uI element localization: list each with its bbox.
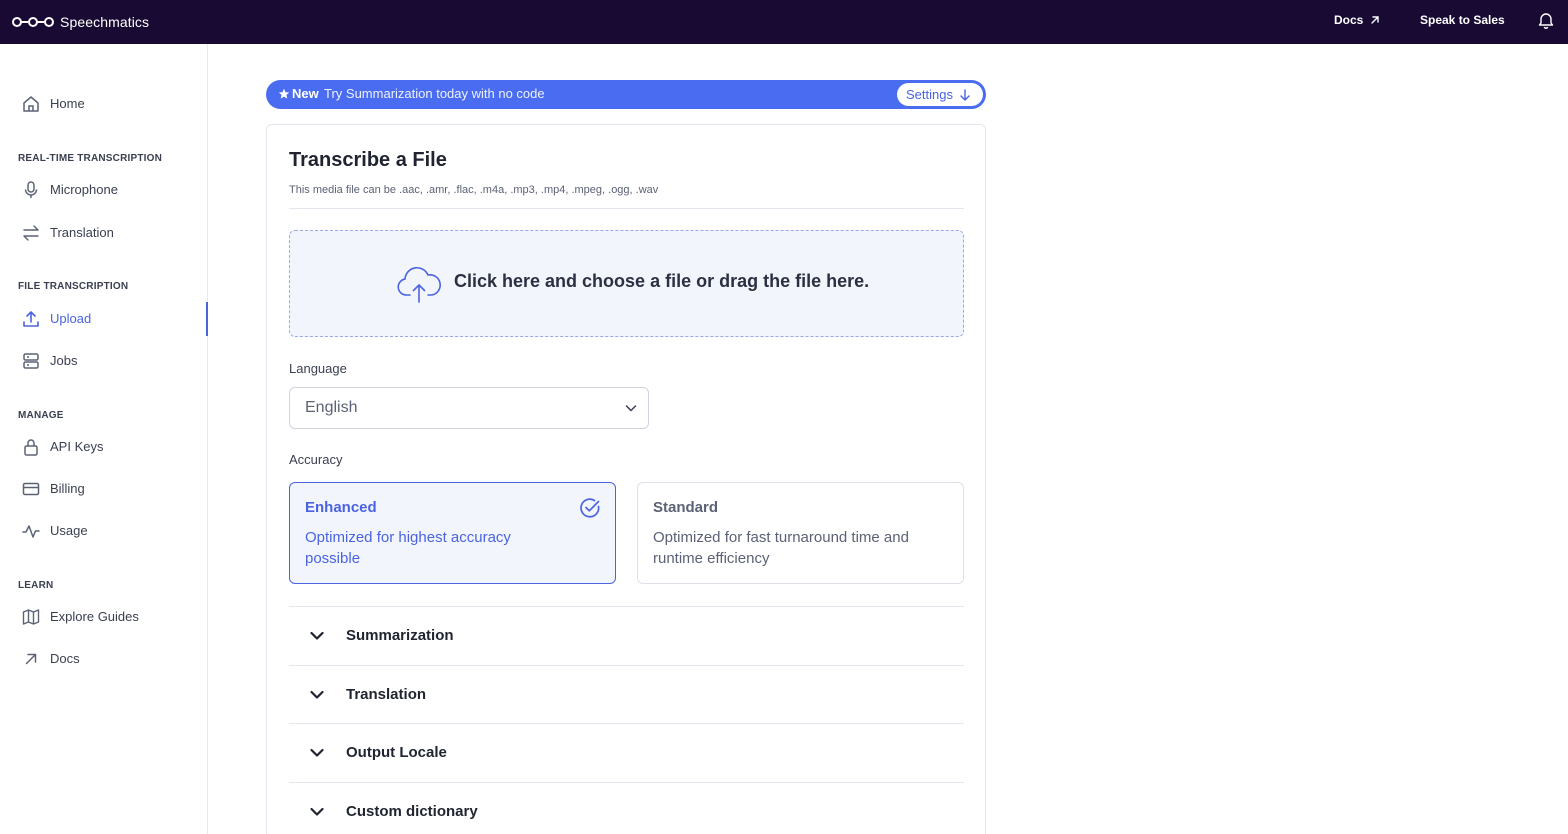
section-title-realtime: REAL-TIME TRANSCRIPTION [18, 153, 163, 164]
external-arrow-icon [1371, 16, 1380, 24]
banner-new-tag: New [292, 86, 319, 101]
file-dropzone[interactable]: Click here and choose a file or drag the… [289, 230, 964, 337]
dropzone-text: Click here and choose a file or drag the… [454, 271, 870, 291]
sidebar-item-label: API Keys [50, 439, 104, 454]
check-circle-icon [580, 498, 600, 518]
sidebar-item-upload[interactable]: Upload [0, 302, 208, 336]
speak-to-sales-label: Speak to Sales [1420, 13, 1505, 27]
supported-formats-text: This media file can be .aac, .amr, .flac… [289, 184, 659, 196]
sidebar-item-label: Docs [50, 651, 80, 666]
section-title-file: FILE TRANSCRIPTION [18, 281, 129, 292]
credit-card-icon [22, 482, 40, 496]
sidebar-item-home[interactable]: Home [0, 88, 207, 120]
sidebar-item-label: Jobs [50, 353, 78, 368]
map-icon [22, 609, 40, 625]
transcribe-card: Transcribe a File This media file can be… [266, 124, 986, 834]
star-icon [278, 88, 290, 99]
option-title: Enhanced [305, 499, 377, 516]
sidebar-item-label: Usage [50, 523, 88, 538]
banner-settings-button[interactable]: Settings [897, 83, 983, 106]
accordion-label: Summarization [346, 627, 454, 644]
brand-name: Speechmatics [60, 14, 150, 30]
sidebar-item-label: Translation [50, 225, 114, 240]
activity-icon [22, 525, 40, 538]
section-title-manage: MANAGE [18, 410, 64, 421]
top-docs-label: Docs [1334, 13, 1364, 27]
cloud-upload-icon [397, 266, 441, 303]
option-description: Optimized for highest accuracy possible [305, 529, 511, 567]
banner-text: Try Summarization today with no code [324, 86, 545, 101]
speechmatics-logo-icon [12, 17, 54, 27]
sidebar-item-label: Home [50, 96, 85, 111]
chevron-down-icon [310, 748, 324, 757]
sidebar-item-docs[interactable]: Docs [0, 643, 207, 675]
option-description: Optimized for fast turnaround time and r… [653, 529, 909, 567]
accordion-summarization[interactable]: Summarization [289, 606, 964, 665]
chevron-down-icon [310, 807, 324, 816]
sidebar-item-microphone[interactable]: Microphone [0, 174, 207, 206]
language-label: Language [289, 361, 347, 376]
page-title: Transcribe a File [289, 149, 447, 171]
sidebar-item-label: Microphone [50, 182, 118, 197]
sidebar-item-usage[interactable]: Usage [0, 515, 207, 547]
server-icon [23, 353, 39, 369]
top-docs-link[interactable]: Docs [1334, 0, 1381, 40]
lock-icon [24, 439, 38, 456]
bell-icon[interactable] [1536, 10, 1556, 30]
speak-to-sales-link[interactable]: Speak to Sales [1420, 0, 1505, 40]
chevron-down-icon [625, 405, 637, 412]
accordion-output-locale[interactable]: Output Locale [289, 723, 964, 782]
accordion-label: Custom dictionary [346, 803, 478, 820]
chevron-down-icon [310, 631, 324, 640]
external-arrow-icon [25, 653, 37, 665]
sidebar-item-api-keys[interactable]: API Keys [0, 431, 207, 463]
sidebar: Home REAL-TIME TRANSCRIPTION Microphone … [0, 44, 208, 834]
language-select-value: English [305, 399, 358, 416]
sidebar-item-jobs[interactable]: Jobs [0, 345, 207, 377]
accuracy-label: Accuracy [289, 452, 343, 467]
sidebar-item-billing[interactable]: Billing [0, 473, 207, 505]
language-select[interactable]: English [289, 387, 649, 429]
accuracy-option-standard[interactable]: Standard Optimized for fast turnaround t… [637, 482, 964, 584]
upload-icon [23, 311, 39, 327]
accordion-translation[interactable]: Translation [289, 665, 964, 724]
sidebar-item-translation[interactable]: Translation [0, 217, 207, 249]
sidebar-item-label: Upload [50, 311, 92, 326]
swap-arrows-icon [23, 225, 39, 241]
arrow-down-icon [960, 88, 970, 101]
accordion-label: Translation [346, 686, 427, 703]
sidebar-item-label: Billing [50, 481, 85, 496]
banner-settings-label: Settings [906, 87, 953, 102]
brand-logo-link[interactable]: Speechmatics [12, 0, 149, 44]
accordion-custom-dictionary[interactable]: Custom dictionary [289, 782, 964, 834]
option-title: Standard [653, 499, 719, 516]
sidebar-item-label: Explore Guides [50, 609, 139, 624]
section-title-learn: LEARN [18, 580, 54, 591]
microphone-icon [24, 181, 38, 198]
top-bar: Speechmatics Docs Speak to Sales [0, 0, 1568, 44]
divider [289, 208, 964, 209]
accuracy-option-enhanced[interactable]: Enhanced Optimized for highest accuracy … [289, 482, 616, 584]
sidebar-item-explore-guides[interactable]: Explore Guides [0, 601, 207, 633]
accordion-label: Output Locale [346, 744, 447, 761]
home-icon [23, 96, 39, 112]
chevron-down-icon [310, 690, 324, 699]
promo-banner: New Try Summarization today with no code… [266, 80, 986, 109]
